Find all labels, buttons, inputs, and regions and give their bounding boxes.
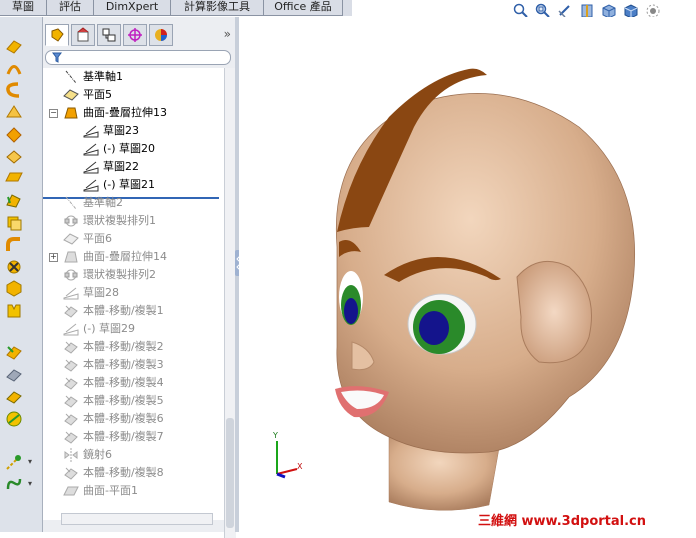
extend-surface-icon[interactable] <box>4 235 24 253</box>
triad-x-axis <box>276 468 298 475</box>
tab-evaluate[interactable]: 評估 <box>47 0 94 16</box>
planar-surface-icon <box>63 486 79 496</box>
move-copy-body-icon <box>64 359 78 372</box>
tab-render-tools[interactable]: 計算影像工具 <box>171 0 264 16</box>
display-manager-tab[interactable] <box>149 24 173 46</box>
tree-item-label: 草圖28 <box>83 286 119 299</box>
tree-item-label: 本體-移動/複製1 <box>83 304 164 317</box>
property-manager-tab[interactable] <box>71 24 95 46</box>
tree-item-label: (-) 草圖20 <box>103 142 156 155</box>
tree-item-label: 曲面-疊層拉伸13 <box>83 106 167 119</box>
collapse-panel-icon[interactable]: » <box>224 27 231 41</box>
tree-item-label: 本體-移動/複製4 <box>83 376 164 389</box>
trim-surface-icon[interactable] <box>4 257 24 275</box>
circular-pattern-icon <box>64 215 78 227</box>
head-model <box>335 68 636 511</box>
sketch-icon <box>83 161 99 174</box>
collapse-toggle-icon[interactable]: − <box>49 109 58 118</box>
tree-item-label: 環狀複製排列2 <box>83 268 156 281</box>
tree-item-label: (-) 草圖29 <box>83 322 136 335</box>
tree-item-label: 曲面-疊層拉伸14 <box>83 250 167 263</box>
tree-item-label: 草圖22 <box>103 160 139 173</box>
tree-item-label: 草圖23 <box>103 124 139 137</box>
replace-face-icon[interactable] <box>4 387 24 405</box>
planar-surface-icon[interactable] <box>4 169 24 187</box>
circular-pattern-icon <box>64 269 78 281</box>
boundary-surface-icon[interactable] <box>4 125 24 143</box>
tab-sketch[interactable]: 草圖 <box>0 0 47 16</box>
filter-icon <box>52 52 62 63</box>
sketch-icon <box>83 125 99 138</box>
split-line-icon[interactable] <box>4 453 24 471</box>
axis-icon <box>65 70 77 84</box>
mirror-icon <box>64 448 78 462</box>
sketch-icon <box>83 179 99 192</box>
axis-icon <box>65 196 77 210</box>
triad-x-label: X <box>297 462 303 471</box>
loft-surface-icon <box>64 251 78 263</box>
feature-tree: 基準軸1 平面5 − 曲面-疊層拉伸13 草圖23 (-) 草圖20 草圖22 … <box>43 68 231 520</box>
sketch-icon <box>83 143 99 156</box>
move-copy-body-icon <box>64 341 78 354</box>
move-copy-body-icon <box>64 413 78 426</box>
tree-item-label: 本體-移動/複製3 <box>83 358 164 371</box>
move-copy-body-icon <box>64 467 78 480</box>
thicken-icon[interactable] <box>4 301 24 319</box>
extruded-surface-icon[interactable] <box>4 37 24 55</box>
curves-dropdown-icon[interactable]: ▾ <box>28 479 32 488</box>
tree-item-label: 本體-移動/複製2 <box>83 340 164 353</box>
feature-manager-panel: » 基準軸1 平面5 − 曲面-疊層拉伸13 草圖23 (-) 草圖20 草圖2… <box>43 17 237 538</box>
radiate-surface-icon[interactable] <box>4 213 24 231</box>
expand-toggle-icon[interactable]: + <box>49 253 58 262</box>
tree-item-label: 本體-移動/複製5 <box>83 394 164 407</box>
plane-icon <box>63 233 79 245</box>
feature-filter-input[interactable] <box>45 50 231 65</box>
tree-horizontal-scrollbar[interactable] <box>61 513 213 525</box>
cut-with-surface-icon[interactable] <box>4 409 24 427</box>
configuration-manager-tab[interactable] <box>97 24 121 46</box>
tree-item-label: 本體-移動/複製6 <box>83 412 164 425</box>
tree-item-label: 平面6 <box>83 232 112 245</box>
features-toolbar: ▾ ▾ <box>0 17 43 532</box>
tree-item-label: 平面5 <box>83 88 112 101</box>
move-copy-body-icon <box>64 395 78 408</box>
tree-item-label: 環狀複製排列1 <box>83 214 156 227</box>
curves-icon[interactable] <box>4 475 24 493</box>
graphics-area[interactable]: Y X <box>239 17 696 532</box>
watermark: 三維網 www.3dportal.cn <box>478 514 647 529</box>
delete-face-icon[interactable] <box>4 365 24 383</box>
plane-icon <box>63 89 79 101</box>
tree-item-label: 曲面-平面1 <box>83 484 138 497</box>
move-copy-body-icon <box>64 377 78 390</box>
tree-item-label: 鏡射6 <box>83 448 112 461</box>
tree-item-label: 本體-移動/複製8 <box>83 466 164 479</box>
loft-surface-icon <box>64 107 78 119</box>
triad-y-label: Y <box>272 431 278 440</box>
filled-surface-icon[interactable] <box>4 147 24 165</box>
command-manager-tabs: 草圖 評估 DimXpert 計算影像工具 Office 產品 <box>0 0 352 16</box>
offset-surface-icon[interactable] <box>4 191 24 209</box>
move-copy-body-icon[interactable] <box>4 343 24 361</box>
sketch-icon <box>63 323 79 336</box>
feature-manager-tab[interactable] <box>45 24 69 46</box>
tab-office-products[interactable]: Office 產品 <box>264 0 343 16</box>
coordinate-triad: Y X <box>272 431 303 479</box>
swept-surface-icon[interactable] <box>4 81 24 99</box>
lofted-surface-icon[interactable] <box>4 103 24 121</box>
scroll-thumb[interactable] <box>226 418 234 528</box>
tree-item-label: (-) 草圖21 <box>103 178 156 191</box>
split-line-dropdown-icon[interactable]: ▾ <box>28 457 32 466</box>
tree-item-label: 本體-移動/複製7 <box>83 430 164 443</box>
triad-z-axis <box>276 472 286 479</box>
tree-item-label: 基準軸2 <box>83 196 123 209</box>
tab-dimxpert[interactable]: DimXpert <box>94 0 171 16</box>
move-copy-body-icon <box>64 431 78 444</box>
tree-item-label: 基準軸1 <box>83 70 123 83</box>
manager-tabs <box>43 24 237 46</box>
knit-surface-icon[interactable] <box>4 279 24 297</box>
revolved-surface-icon[interactable] <box>4 59 24 77</box>
dimxpert-manager-tab[interactable] <box>123 24 147 46</box>
move-copy-body-icon <box>64 305 78 318</box>
sketch-icon <box>63 287 79 300</box>
